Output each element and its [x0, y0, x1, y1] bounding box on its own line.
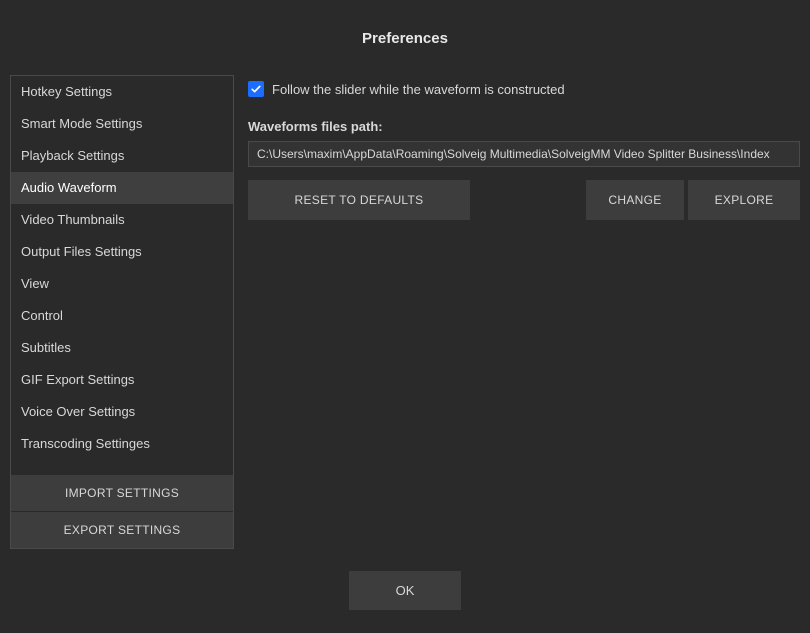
- sidebar-item-smart-mode-settings[interactable]: Smart Mode Settings: [11, 108, 233, 140]
- sidebar: Hotkey Settings Smart Mode Settings Play…: [10, 75, 234, 549]
- explore-button[interactable]: EXPLORE: [688, 180, 800, 220]
- page-title: Preferences: [0, 30, 810, 47]
- sidebar-item-voice-over-settings[interactable]: Voice Over Settings: [11, 396, 233, 428]
- sidebar-item-gif-export-settings[interactable]: GIF Export Settings: [11, 364, 233, 396]
- waveforms-path-input[interactable]: [248, 141, 800, 167]
- main-panel: Follow the slider while the waveform is …: [234, 75, 800, 549]
- sidebar-item-output-files-settings[interactable]: Output Files Settings: [11, 236, 233, 268]
- sidebar-item-subtitles[interactable]: Subtitles: [11, 332, 233, 364]
- export-settings-button[interactable]: EXPORT SETTINGS: [11, 511, 233, 548]
- follow-slider-label: Follow the slider while the waveform is …: [272, 82, 565, 97]
- sidebar-item-video-thumbnails[interactable]: Video Thumbnails: [11, 204, 233, 236]
- sidebar-item-control[interactable]: Control: [11, 300, 233, 332]
- sidebar-item-playback-settings[interactable]: Playback Settings: [11, 140, 233, 172]
- checkmark-icon: [250, 83, 262, 95]
- sidebar-item-transcoding-settings[interactable]: Transcoding Settinges: [11, 428, 233, 460]
- waveforms-path-label: Waveforms files path:: [248, 119, 800, 141]
- sidebar-item-hotkey-settings[interactable]: Hotkey Settings: [11, 76, 233, 108]
- import-settings-button[interactable]: IMPORT SETTINGS: [11, 474, 233, 511]
- sidebar-list: Hotkey Settings Smart Mode Settings Play…: [11, 76, 233, 474]
- spacer: [470, 180, 586, 220]
- follow-slider-checkbox[interactable]: [248, 81, 264, 97]
- reset-to-defaults-button[interactable]: RESET TO DEFAULTS: [248, 180, 470, 220]
- ok-button[interactable]: OK: [349, 571, 461, 610]
- sidebar-item-audio-waveform[interactable]: Audio Waveform: [11, 172, 233, 204]
- sidebar-item-view[interactable]: View: [11, 268, 233, 300]
- change-button[interactable]: CHANGE: [586, 180, 684, 220]
